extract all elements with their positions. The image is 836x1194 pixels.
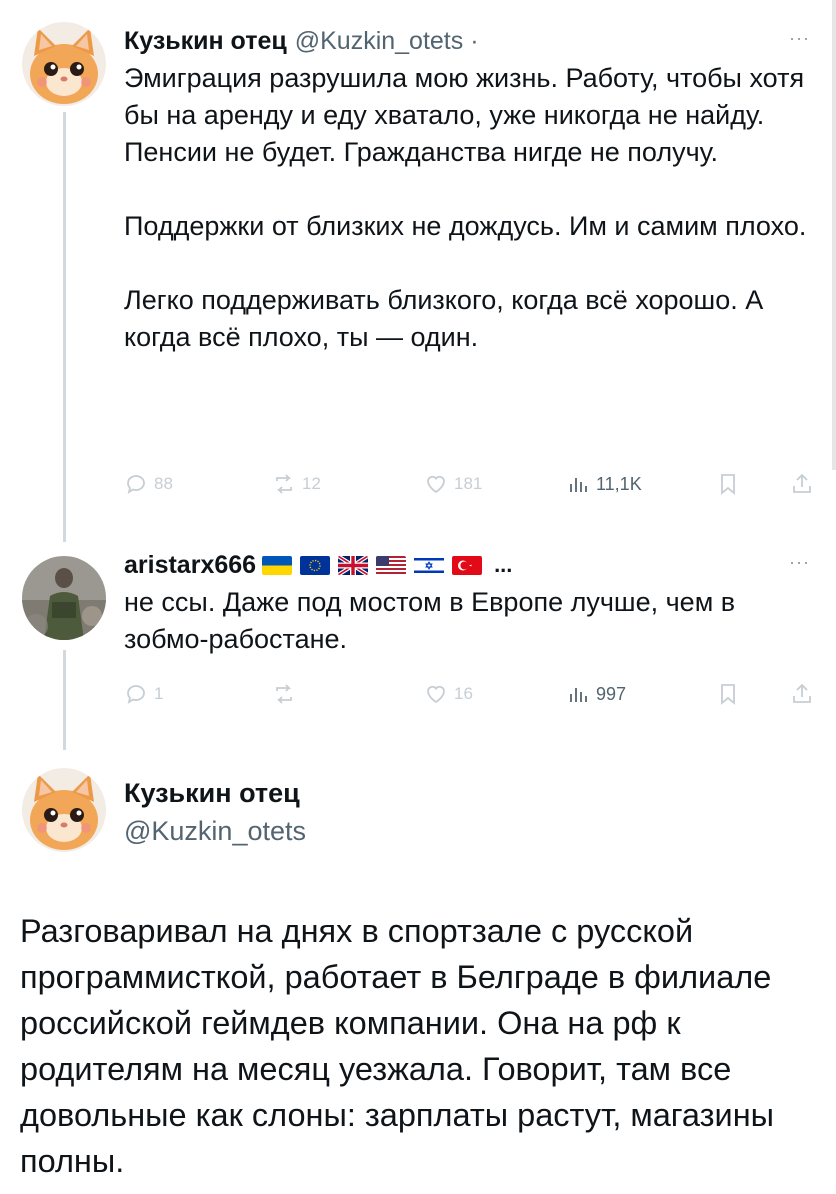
- reply-icon: [127, 475, 145, 494]
- tweet-header: Кузькин отец @Kuzkin_otets ·: [124, 24, 816, 58]
- tweet-text: Эмиграция разрушила мою жизнь. Работу, ч…: [124, 60, 816, 356]
- israel-flag-icon: [414, 555, 445, 575]
- tweet-1[interactable]: Кузькин отец @Kuzkin_otets · ··· Эмиграц…: [124, 24, 816, 356]
- uk-flag-icon: [338, 555, 369, 575]
- views-chart-icon: [570, 688, 587, 702]
- heart-icon: [427, 685, 445, 704]
- reply-button[interactable]: 88: [124, 472, 173, 496]
- usa-flag-icon: [376, 555, 407, 575]
- reply-button[interactable]: 1: [124, 682, 163, 706]
- like-count: 181: [454, 474, 483, 493]
- author-handle[interactable]: @Kuzkin_otets ·: [295, 27, 479, 56]
- avatar-kuzkin[interactable]: [22, 22, 106, 106]
- tweet-header: aristarx666 ...: [124, 548, 816, 582]
- tweet-paragraph: Легко поддерживать близкого, когда всё х…: [124, 285, 764, 352]
- screenshot-page: Кузькин отец @Kuzkin_otets · ··· Эмиграц…: [0, 0, 836, 1194]
- views-count: 997: [596, 683, 627, 704]
- author-name[interactable]: aristarx666: [124, 551, 256, 580]
- retweet-count: 12: [302, 474, 321, 493]
- main-tweet-text: Разговаривал на днях в спортзале с русск…: [20, 913, 775, 1179]
- author-name[interactable]: Кузькин отец: [124, 27, 287, 56]
- name-truncation: ...: [494, 552, 513, 577]
- tweet-actions: 88 12 181 11,1K: [0, 472, 836, 502]
- retweet-button[interactable]: 12: [272, 472, 321, 496]
- main-author-handle[interactable]: @Kuzkin_otets: [124, 816, 306, 847]
- bookmark-icon: [721, 684, 735, 705]
- views-button[interactable]: 11,1K: [566, 472, 642, 496]
- tweet-paragraph: не ссы. Даже под мостом в Европе лучше, …: [124, 587, 736, 654]
- share-button[interactable]: [790, 682, 814, 706]
- more-options-icon[interactable]: ···: [789, 552, 810, 573]
- share-icon: [793, 683, 811, 703]
- bookmark-button[interactable]: [716, 682, 740, 706]
- share-icon: [793, 473, 811, 493]
- kitten-avatar-image: [22, 768, 106, 852]
- heart-icon: [427, 475, 445, 494]
- reply-icon: [127, 685, 145, 704]
- reply-count: 1: [154, 684, 164, 703]
- eu-flag-icon: [300, 555, 331, 575]
- tweet-paragraph: Поддержки от близких не дождусь. Им и са…: [124, 211, 807, 241]
- like-button[interactable]: 16: [424, 682, 473, 706]
- retweet-icon: [276, 684, 292, 704]
- bookmark-button[interactable]: [716, 472, 740, 496]
- views-button[interactable]: 997: [566, 682, 626, 706]
- retweet-button[interactable]: [272, 682, 302, 706]
- views-count: 11,1K: [596, 473, 642, 494]
- kitten-avatar-image: [22, 22, 106, 106]
- soldier-avatar-image: [22, 556, 106, 640]
- bookmark-icon: [721, 474, 735, 495]
- tweet-paragraph: Эмиграция разрушила мою жизнь. Работу, ч…: [124, 63, 805, 167]
- tweet-actions: 1 16 997: [0, 682, 836, 712]
- share-button[interactable]: [790, 472, 814, 496]
- tweet-2[interactable]: aristarx666 ... ··· не ссы. Даже под мос…: [124, 548, 816, 658]
- views-chart-icon: [570, 478, 587, 492]
- retweet-icon: [276, 474, 292, 494]
- main-author-name[interactable]: Кузькин отец: [124, 778, 300, 809]
- tweet-text: не ссы. Даже под мостом в Европе лучше, …: [124, 584, 816, 658]
- avatar-kuzkin-main[interactable]: [22, 768, 106, 852]
- flag-emoji-list: ...: [262, 552, 512, 578]
- like-button[interactable]: 181: [424, 472, 482, 496]
- reply-count: 88: [154, 474, 173, 493]
- like-count: 16: [454, 684, 473, 703]
- ukraine-flag-icon: [262, 555, 293, 575]
- avatar-aristarx666[interactable]: [22, 556, 106, 640]
- scrollbar[interactable]: [832, 0, 836, 470]
- turkey-flag-icon: [452, 555, 483, 575]
- more-options-icon[interactable]: ···: [789, 28, 810, 49]
